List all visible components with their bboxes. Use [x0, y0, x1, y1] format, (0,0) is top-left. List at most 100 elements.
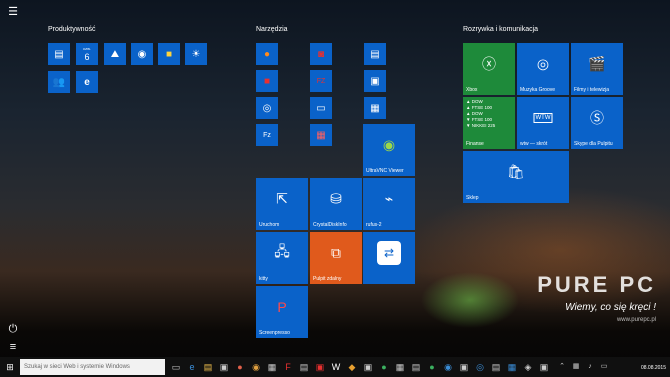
people-tile[interactable]: 👥	[48, 71, 70, 93]
taskbar-date[interactable]: 08.08.2015	[641, 365, 666, 371]
calculator-icon: ▦	[370, 102, 380, 114]
crystaldiskinfo-tile[interactable]: ⛁ CrystalDiskInfo	[310, 178, 362, 230]
screenpresso-icon: P	[277, 298, 287, 315]
all-apps-icon[interactable]: ≡	[4, 338, 22, 356]
remote-desktop-icon: ⧉	[331, 244, 341, 261]
app-taskbar-icon[interactable]: ▦	[506, 361, 518, 373]
photos-tile[interactable]: ⛰	[104, 43, 126, 65]
filezilla-tile-2[interactable]: Fz	[256, 124, 278, 146]
task-view-icon[interactable]: ▭	[170, 361, 182, 373]
wtw-icon: WTW	[533, 112, 553, 123]
tile-label: UltraVNC Viewer	[366, 168, 404, 174]
films-tv-tile[interactable]: 🎬 Filmy i telewizja	[571, 43, 623, 95]
app-taskbar-icon[interactable]: ▤	[410, 361, 422, 373]
tile-label: Filmy i telewizja	[574, 87, 610, 93]
app-taskbar-icon[interactable]: ●	[426, 361, 438, 373]
sticky-notes-tile[interactable]: ■	[158, 43, 180, 65]
app-taskbar-icon[interactable]: ◎	[474, 361, 486, 373]
tile-label: rufus-2	[366, 222, 382, 228]
chrome-tile[interactable]: ◉	[131, 43, 153, 65]
watermark-slogan: Wiemy, co się kręci !	[565, 302, 656, 313]
shopping-bag-icon: 🛍	[507, 163, 525, 180]
terminal-tile[interactable]: ▭	[310, 97, 332, 119]
firefox-taskbar-icon[interactable]: ◉	[250, 361, 262, 373]
calendar-tile[interactable]: czw. 6	[76, 43, 98, 65]
monitor-icon: ▣	[370, 75, 380, 87]
run-tile[interactable]: ⇱ Uruchom	[256, 178, 308, 230]
app-taskbar-icon[interactable]: ▦	[394, 361, 406, 373]
firefox-tile[interactable]: ●	[256, 43, 278, 65]
finance-tile[interactable]: ▲ DOW ▲ FTSE 100 ▲ DOW ▼ FTSE 100 ▼ NIKK…	[463, 97, 515, 149]
system-tray-icon[interactable]: ⌃	[556, 361, 568, 373]
app-taskbar-icon[interactable]: ▦	[266, 361, 278, 373]
screenpresso-tile[interactable]: P Screenpresso	[256, 286, 308, 338]
chrome-icon: ◉	[137, 48, 147, 60]
run-icon: ⇱	[276, 190, 288, 207]
music-disc-icon: ◎	[536, 55, 550, 72]
weather-tile[interactable]: ☀	[185, 43, 207, 65]
teamviewer-tile[interactable]: ⇄	[363, 232, 415, 284]
app-taskbar-icon[interactable]: ●	[234, 361, 246, 373]
app-taskbar-icon[interactable]: ▣	[314, 361, 326, 373]
terminal-icon: ▭	[316, 102, 326, 114]
watermark-url: www.purepc.pl	[616, 317, 656, 323]
skype-tile[interactable]: Ⓢ Skype dla Pulpitu	[571, 97, 623, 149]
edge-taskbar-icon[interactable]: e	[186, 361, 198, 373]
calendar-day: czw.	[83, 46, 91, 51]
sun-icon: ☀	[191, 48, 201, 60]
tile-label: Skype dla Pulpitu	[574, 141, 613, 147]
camera-app-tile[interactable]: ◙	[310, 43, 332, 65]
edge-tile[interactable]: e	[76, 71, 98, 93]
volume-tray-icon[interactable]: ♪	[584, 361, 596, 373]
notification-tray-icon[interactable]: ▭	[598, 361, 610, 373]
app-tile-red[interactable]: ■	[256, 70, 278, 92]
tile-label: Sklep	[466, 195, 479, 201]
eye-icon: ◉	[382, 136, 396, 153]
flag-app-tile[interactable]: ▦	[310, 124, 332, 146]
disk-icon: ⛁	[330, 190, 342, 207]
xbox-tile[interactable]: ⓧ Xbox	[463, 43, 515, 95]
groove-music-tile[interactable]: ◎ Muzyka Groove	[517, 43, 569, 95]
display-app-tile[interactable]: ▣	[364, 70, 386, 92]
notepad-tile[interactable]: ▤	[364, 43, 386, 65]
filezilla-taskbar-icon[interactable]: F	[282, 361, 294, 373]
power-icon[interactable]: ⏻	[4, 320, 22, 338]
file-explorer-tile[interactable]: ▤	[48, 43, 70, 65]
filezilla-tile[interactable]: FZ	[310, 70, 332, 92]
app-taskbar-icon[interactable]: ▣	[538, 361, 550, 373]
app-taskbar-icon[interactable]: ▣	[362, 361, 374, 373]
kitty-tile[interactable]: 🖧 kitty	[256, 232, 308, 284]
store-taskbar-icon[interactable]: ▣	[218, 361, 230, 373]
app-taskbar-icon[interactable]: ◉	[442, 361, 454, 373]
remote-desktop-tile[interactable]: ⧉ Pulpit zdalny	[310, 232, 362, 284]
group-title-tools: Narzędzia	[256, 26, 288, 33]
app-taskbar-icon[interactable]: ▤	[490, 361, 502, 373]
network-icon: 🖧	[274, 242, 290, 259]
ultravnc-tile[interactable]: ◉ UltraVNC Viewer	[363, 124, 415, 176]
tile-label: wtw — skrót	[520, 141, 548, 147]
hamburger-menu-icon[interactable]: ☰	[4, 2, 22, 20]
calculator-tile[interactable]: ▦	[364, 97, 386, 119]
ticker-line: ▼ NIKKEI 225	[466, 123, 496, 128]
file-explorer-taskbar-icon[interactable]: ▤	[202, 361, 214, 373]
store-tile[interactable]: 🛍 Sklep	[463, 151, 569, 203]
tile-label: Muzyka Groove	[520, 87, 556, 93]
app-taskbar-icon[interactable]: ▤	[298, 361, 310, 373]
app-taskbar-icon[interactable]: ◈	[522, 361, 534, 373]
taskbar: ⊞ Szukaj w sieci Web i systemie Windows …	[0, 357, 670, 377]
calendar-date: 6	[84, 52, 90, 62]
xbox-icon: ⓧ	[482, 55, 496, 72]
wtw-shortcut-tile[interactable]: WTW wtw — skrót	[517, 97, 569, 149]
group-title-entertainment: Rozrywka i komunikacja	[463, 26, 539, 33]
app-taskbar-icon[interactable]: ●	[378, 361, 390, 373]
rufus-tile[interactable]: ⌁ rufus-2	[363, 178, 415, 230]
clapperboard-icon: 🎬	[588, 55, 606, 72]
app-red-icon: ■	[263, 75, 271, 87]
windows-start-icon[interactable]: ⊞	[4, 361, 16, 373]
app-tile-round[interactable]: ◎	[256, 97, 278, 119]
search-input[interactable]: Szukaj w sieci Web i systemie Windows	[20, 359, 165, 375]
word-taskbar-icon[interactable]: W	[330, 361, 342, 373]
app-taskbar-icon[interactable]: ▣	[458, 361, 470, 373]
app-taskbar-icon[interactable]: ◆	[346, 361, 358, 373]
network-tray-icon[interactable]: ▦	[570, 361, 582, 373]
